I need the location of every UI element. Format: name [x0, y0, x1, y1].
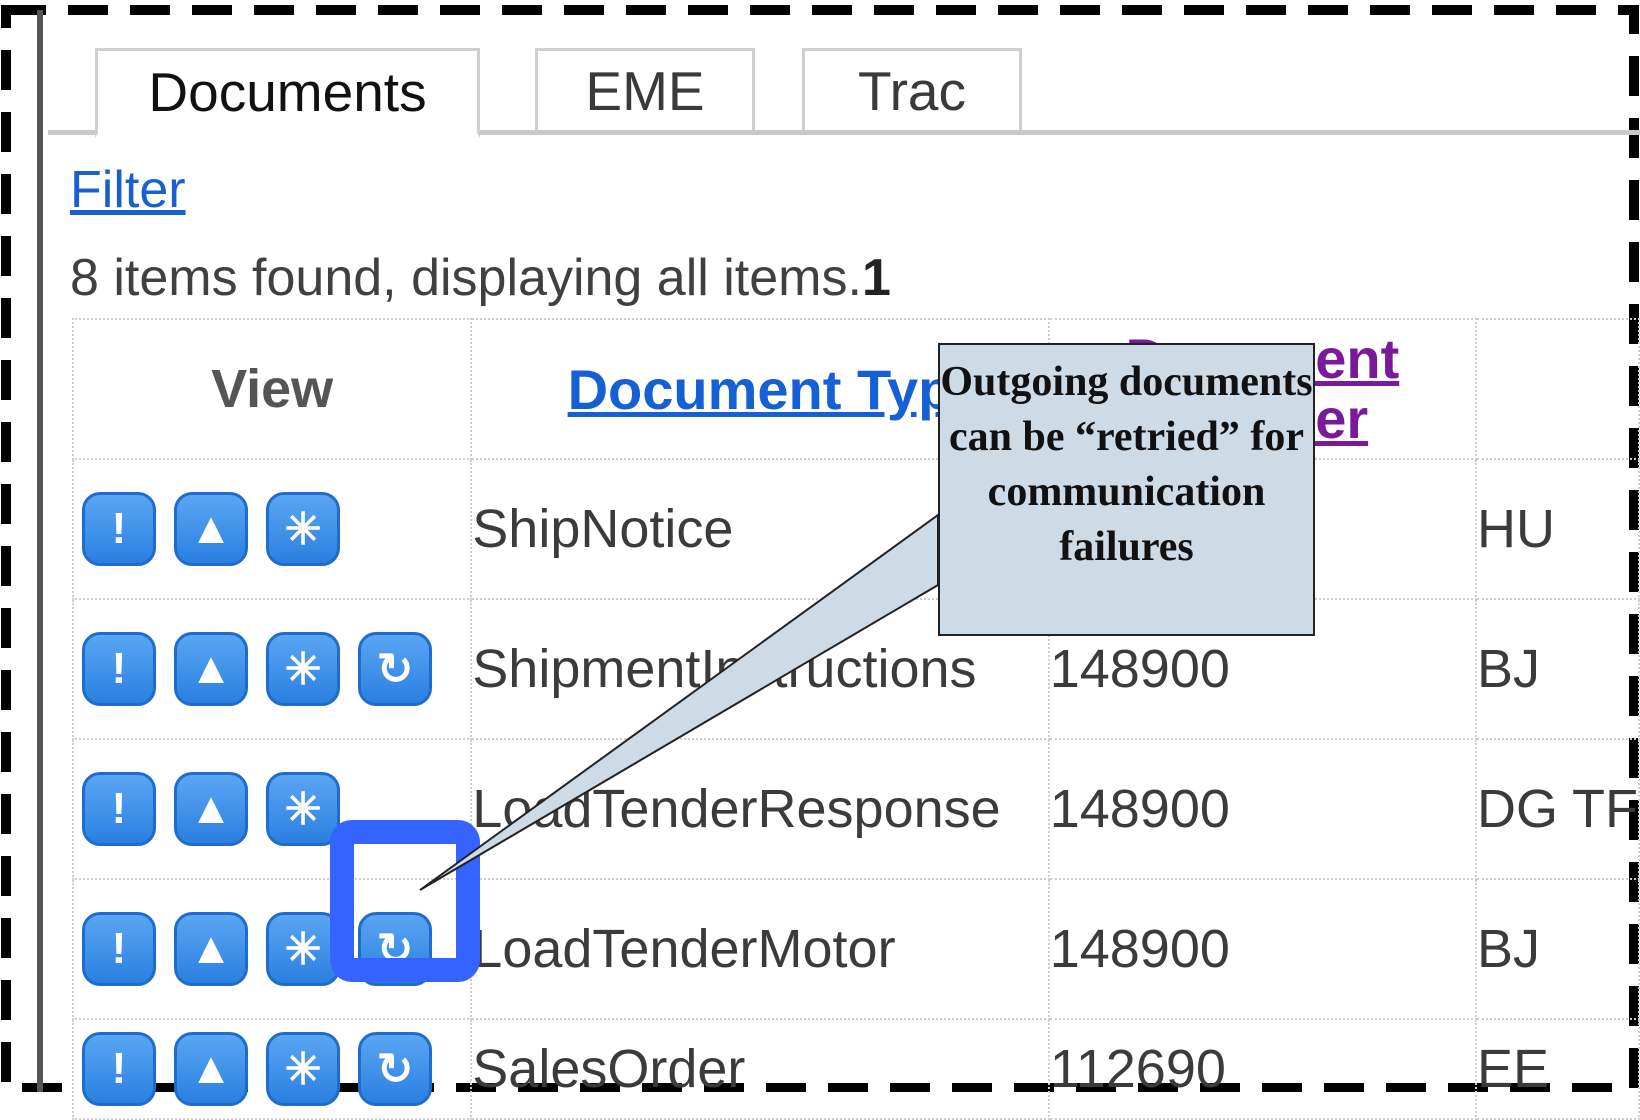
callout-box: Outgoing documents can be “retried” for …	[938, 343, 1315, 636]
document-number-cell: 112690	[1047, 1018, 1477, 1120]
eject-icon-button[interactable]: ▲	[174, 772, 248, 846]
document-number-cell: 148900	[1047, 738, 1477, 880]
document-type-cell: LoadTenderResponse	[470, 738, 1050, 880]
callout-text: Outgoing documents can be “retried” for …	[940, 359, 1313, 570]
filter-link[interactable]: Filter	[70, 160, 186, 220]
view-cell: ! ▲ ✳ ↻	[71, 1018, 473, 1120]
document-type-cell: SalesOrder	[470, 1018, 1050, 1120]
header-extra	[1474, 318, 1640, 460]
documents-table: View Document Typ Document Number !▲✳Shi…	[71, 318, 1640, 1120]
table-row: ! ▲ ✳ LoadTenderResponse 148900 DG TF	[71, 738, 1640, 880]
tab-documents[interactable]: Documents	[95, 48, 480, 138]
error-icon-button[interactable]: !	[82, 1032, 156, 1106]
extra-cell: EE	[1474, 1018, 1640, 1120]
error-icon-button[interactable]: !	[82, 912, 156, 986]
eject-icon-button[interactable]: ▲	[174, 1032, 248, 1106]
error-icon-button[interactable]: !	[82, 492, 156, 566]
extra-cell: BJ	[1474, 598, 1640, 740]
error-icon-button[interactable]: !	[82, 632, 156, 706]
tab-eme[interactable]: EME	[535, 48, 755, 130]
settings-icon-button[interactable]: ✳	[266, 912, 340, 986]
settings-icon-button[interactable]: ✳	[266, 772, 340, 846]
header-view: View	[71, 318, 473, 460]
eject-icon-button[interactable]: ▲	[174, 632, 248, 706]
status-text: 8 items found, displaying all items.1	[70, 249, 891, 307]
extra-cell: BJ	[1474, 878, 1640, 1020]
eject-icon-button[interactable]: ▲	[174, 912, 248, 986]
view-cell: ! ▲ ✳	[71, 458, 473, 600]
table-row: ! ▲ ✳ ↻ ShipmentInstructions 148900 BJ	[71, 598, 1640, 740]
eject-icon-button[interactable]: ▲	[174, 492, 248, 566]
retry-icon-button[interactable]: ↻	[358, 632, 432, 706]
settings-icon-button[interactable]: ✳	[266, 492, 340, 566]
table-row: ! ▲ ✳ ↻ LoadTenderMotor 148900 BJ	[71, 878, 1640, 1020]
extra-cell: HU	[1474, 458, 1640, 600]
tab-trac[interactable]: Trac	[802, 48, 1022, 130]
table-row: ! ▲ ✳ ShipNotice HU	[71, 458, 1640, 600]
settings-icon-button[interactable]: ✳	[266, 632, 340, 706]
table-row: ! ▲ ✳ ↻ SalesOrder 112690 EE	[71, 1018, 1640, 1120]
retry-highlight-box	[330, 820, 480, 982]
retry-icon-button[interactable]: ↻	[358, 1032, 432, 1106]
settings-icon-button[interactable]: ✳	[266, 1032, 340, 1106]
view-cell: ! ▲ ✳ ↻	[71, 598, 473, 740]
error-icon-button[interactable]: !	[82, 772, 156, 846]
document-number-cell: 148900	[1047, 878, 1477, 1020]
extra-cell: DG TF	[1474, 738, 1640, 880]
document-type-cell: LoadTenderMotor	[470, 878, 1050, 1020]
page-number[interactable]: 1	[862, 249, 891, 307]
